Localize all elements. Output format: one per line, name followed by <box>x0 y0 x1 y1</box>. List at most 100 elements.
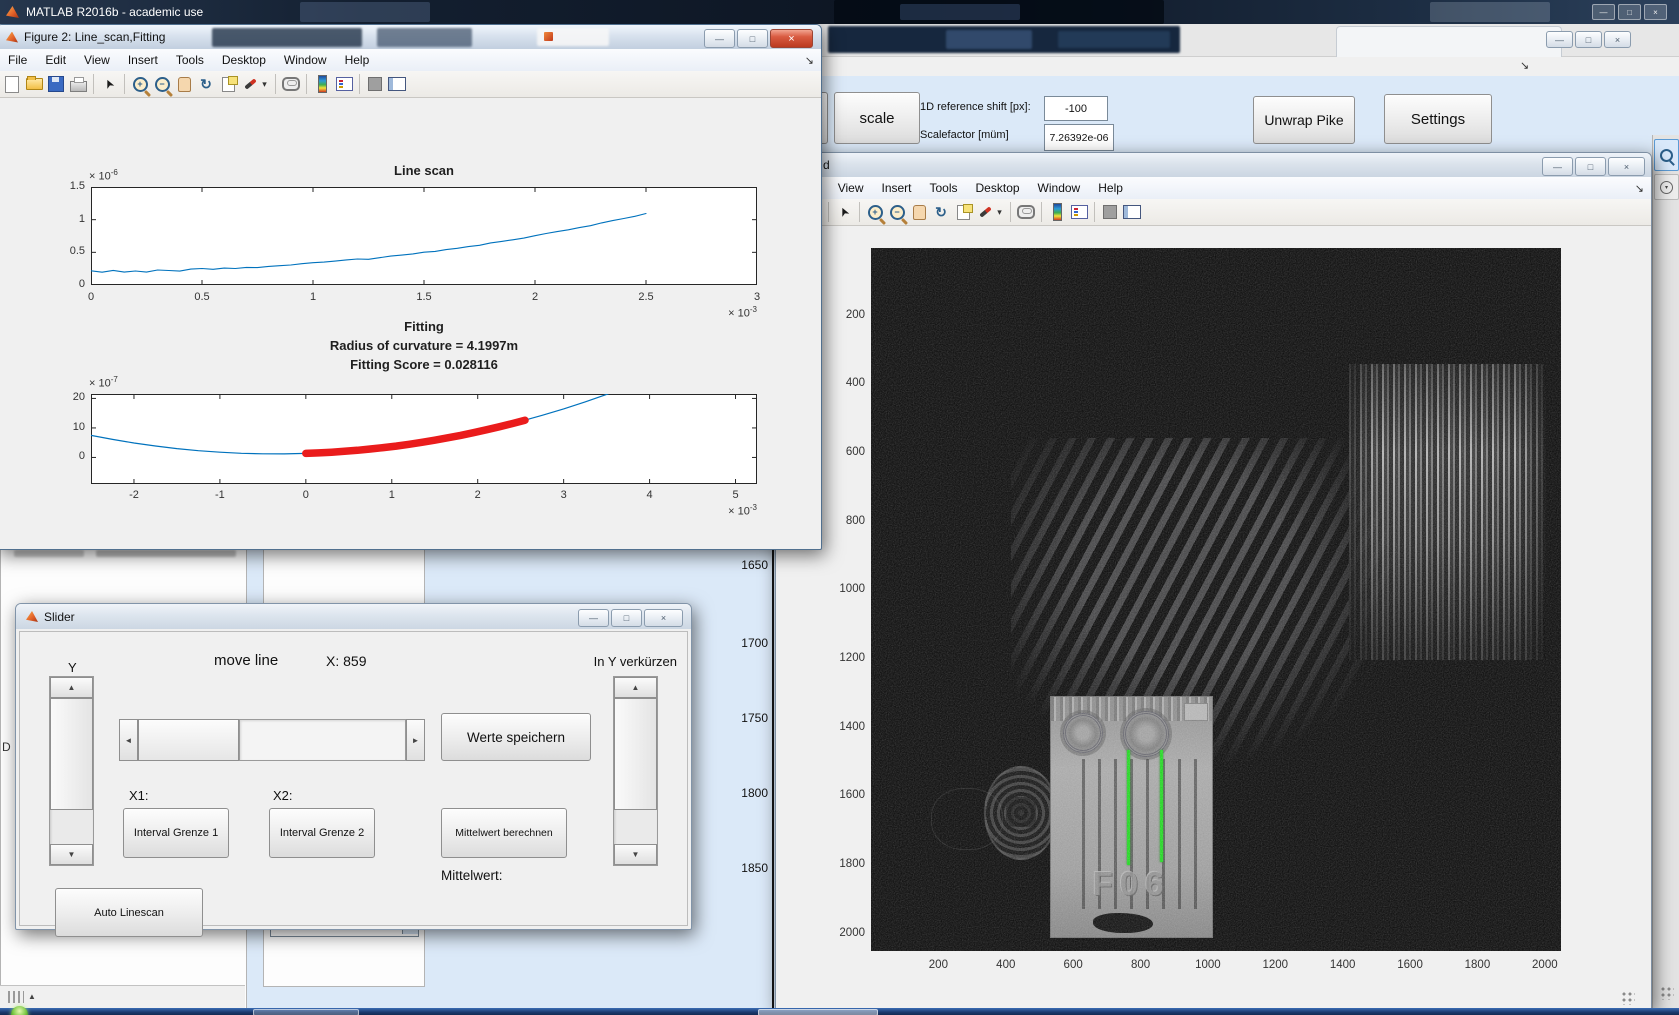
menu-item-edit[interactable]: Edit <box>36 53 75 67</box>
colorbar-icon[interactable] <box>1047 202 1067 222</box>
brush-caret-icon[interactable]: ▾ <box>262 74 270 94</box>
rotate-3d-icon[interactable]: ↻ <box>931 202 951 222</box>
new-document-icon[interactable] <box>2 74 22 94</box>
menubar-corner-icon[interactable]: ↘ <box>1635 182 1644 195</box>
open-folder-icon[interactable] <box>24 74 44 94</box>
maximize-button[interactable]: □ <box>1575 157 1606 176</box>
minimize-button[interactable]: — <box>1592 4 1615 20</box>
grip-bars-icon[interactable] <box>8 991 24 1003</box>
fitting-axes[interactable] <box>91 394 757 484</box>
bg-minimize-button[interactable]: — <box>1546 31 1573 48</box>
plottools-off-icon[interactable] <box>1100 202 1120 222</box>
brush-caret-icon[interactable]: ▾ <box>997 202 1005 222</box>
window-resize-grip[interactable] <box>1621 991 1635 1005</box>
scroll-down-button[interactable]: ▼ <box>614 844 657 865</box>
menu-item-view[interactable]: View <box>75 53 119 67</box>
rotate-3d-icon[interactable]: ↻ <box>196 74 216 94</box>
search-icon[interactable] <box>1654 139 1679 171</box>
bg-close-button[interactable]: × <box>1604 31 1631 48</box>
matlab-taskbar[interactable]: MATLAB R2016b - academic use — □ × <box>0 0 1679 24</box>
link-plot-icon[interactable] <box>281 74 301 94</box>
data-cursor-icon[interactable] <box>218 74 238 94</box>
settings-button[interactable]: Settings <box>1384 94 1492 144</box>
taskbar-item[interactable] <box>758 1009 878 1015</box>
colorbar-icon[interactable] <box>312 74 332 94</box>
menu-item-help[interactable]: Help <box>336 53 379 67</box>
start-orb-icon[interactable] <box>11 1006 28 1015</box>
slider-right-arrow[interactable]: ► <box>406 719 425 761</box>
menu-item-tools[interactable]: Tools <box>167 53 213 67</box>
zoom-out-icon[interactable]: − <box>152 74 172 94</box>
plottools-on-icon[interactable] <box>387 74 407 94</box>
zoom-out-icon[interactable]: − <box>887 202 907 222</box>
zoom-in-icon[interactable]: + <box>130 74 150 94</box>
interferogram-image[interactable]: F06 <box>871 248 1561 951</box>
scalefactor-input[interactable]: 7.26392e-06 <box>1044 124 1114 151</box>
pointer-icon[interactable]: ➤ <box>834 202 854 222</box>
close-button[interactable]: × <box>1608 157 1645 176</box>
windows-taskbar[interactable] <box>0 1006 1679 1015</box>
menu-item-insert[interactable]: Insert <box>872 181 920 195</box>
close-button[interactable]: × <box>644 609 683 627</box>
save-icon[interactable] <box>46 74 66 94</box>
maximize-button[interactable]: □ <box>611 609 642 627</box>
menu-item-file[interactable]: File <box>0 53 36 67</box>
link-plot-icon[interactable] <box>1016 202 1036 222</box>
print-icon[interactable] <box>68 74 88 94</box>
dock-corner-icon[interactable]: ↘ <box>1520 59 1529 72</box>
linescan-axes[interactable] <box>91 187 757 285</box>
legend-icon[interactable] <box>1069 202 1089 222</box>
bg-maximize-button[interactable]: □ <box>1575 31 1602 48</box>
menubar-corner-icon[interactable]: ↘ <box>805 54 814 67</box>
close-button[interactable]: × <box>770 29 813 48</box>
plottools-off-icon[interactable] <box>365 74 385 94</box>
figure2-window[interactable]: Figure 2: Line_scan,Fitting — □ × File Ed… <box>0 24 822 550</box>
menu-item-view[interactable]: View <box>829 181 873 195</box>
menu-item-window[interactable]: Window <box>275 53 336 67</box>
ref-shift-input[interactable]: -100 <box>1044 96 1108 121</box>
brush-icon[interactable] <box>240 74 260 94</box>
interval-grenze-1-button[interactable]: Interval Grenze 1 <box>123 808 229 858</box>
auto-linescan-button[interactable]: Auto Linescan <box>55 888 203 937</box>
menu-item-desktop[interactable]: Desktop <box>213 53 275 67</box>
minimize-button[interactable]: — <box>704 29 735 48</box>
scroll-thumb[interactable] <box>614 698 657 810</box>
maximize-button[interactable]: □ <box>737 29 768 48</box>
scroll-up-button[interactable]: ▲ <box>50 677 93 698</box>
taskbar-item[interactable] <box>253 1009 359 1015</box>
y-scrollbar-left[interactable]: ▲ ▼ <box>49 676 94 866</box>
pan-hand-icon[interactable] <box>174 74 194 94</box>
scale-button[interactable]: scale <box>834 92 920 144</box>
mittelwert-berechnen-button[interactable]: Mittelwert berechnen <box>441 808 567 858</box>
slider-thumb[interactable] <box>138 719 239 761</box>
move-line-slider[interactable]: ◄ ► <box>119 719 425 761</box>
minimize-button[interactable]: — <box>1542 157 1573 176</box>
right-figure-window[interactable]: d — □ × EditViewInsertToolsDesktopWindow… <box>775 152 1652 1010</box>
plottools-on-icon[interactable] <box>1122 202 1142 222</box>
maximize-button[interactable]: □ <box>1618 4 1641 20</box>
menu-item-desktop[interactable]: Desktop <box>967 181 1029 195</box>
zoom-in-icon[interactable]: + <box>865 202 885 222</box>
brush-icon[interactable] <box>975 202 995 222</box>
grip-up-arrow-icon[interactable]: ▲ <box>28 992 36 1001</box>
scroll-thumb[interactable] <box>50 698 93 810</box>
data-cursor-icon[interactable] <box>953 202 973 222</box>
minimize-button[interactable]: — <box>578 609 609 627</box>
menu-item-insert[interactable]: Insert <box>119 53 167 67</box>
unwrap-pike-button[interactable]: Unwrap Pike <box>1253 96 1355 144</box>
interval-grenze-2-button[interactable]: Interval Grenze 2 <box>269 808 375 858</box>
legend-icon[interactable] <box>334 74 354 94</box>
slider-window[interactable]: Slider — □ × Y move line X: 859 In Y ver… <box>15 603 692 937</box>
resize-grip-dots[interactable] <box>1660 986 1674 1000</box>
menu-item-help[interactable]: Help <box>1089 181 1132 195</box>
expand-circle-icon[interactable]: ▾ <box>1654 174 1679 200</box>
y-scrollbar-right[interactable]: ▲ ▼ <box>613 676 658 866</box>
scroll-down-button[interactable]: ▼ <box>50 844 93 865</box>
pointer-icon[interactable]: ➤ <box>99 74 119 94</box>
right-figure-titlebar[interactable]: d <box>776 153 1651 177</box>
close-button[interactable]: × <box>1644 4 1667 20</box>
werte-speichern-button[interactable]: Werte speichern <box>441 713 591 761</box>
slider-track[interactable] <box>239 719 406 761</box>
menu-item-tools[interactable]: Tools <box>921 181 967 195</box>
scroll-up-button[interactable]: ▲ <box>614 677 657 698</box>
